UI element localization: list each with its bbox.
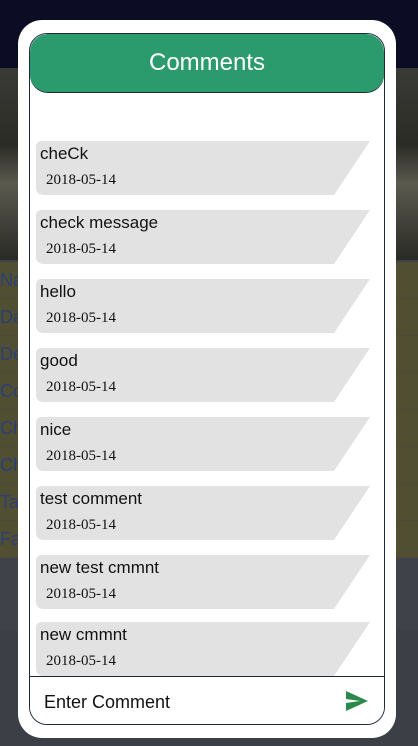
send-icon (346, 691, 368, 711)
comment-date: 2018-05-14 (46, 241, 116, 257)
comment-item: cheCk 2018-05-14 (36, 141, 370, 195)
comment-date: 2018-05-14 (46, 653, 116, 669)
comment-text: cheCk (40, 144, 89, 163)
comment-date: 2018-05-14 (46, 586, 116, 602)
comment-text: new cmmnt (40, 625, 127, 644)
comment-text: good (40, 351, 78, 370)
comment-date: 2018-05-14 (46, 379, 116, 395)
comment-item: hello 2018-05-14 (36, 279, 370, 333)
comment-input[interactable] (42, 687, 326, 717)
dialog-header: Comments (30, 34, 384, 93)
comment-item: new cmmnt 2018-05-14 (36, 622, 370, 676)
comment-item: check message 2018-05-14 (36, 210, 370, 264)
comment-item: nice 2018-05-14 (36, 417, 370, 471)
comment-input-bar (30, 676, 384, 724)
dialog-title: Comments (148, 49, 266, 76)
comment-date: 2018-05-14 (46, 310, 116, 326)
comment-date: 2018-05-14 (46, 172, 116, 188)
comment-text: test comment (40, 489, 143, 508)
comment-text: hello (40, 282, 76, 301)
comments-dialog: Comments cheCk 2018-05-14 check message … (18, 20, 396, 738)
comment-date: 2018-05-14 (46, 448, 116, 464)
comment-item: new test cmmnt 2018-05-14 (36, 555, 370, 609)
comments-list[interactable]: cheCk 2018-05-14 check message 2018-05-1… (30, 92, 384, 676)
comment-item: good 2018-05-14 (36, 348, 370, 402)
comment-date: 2018-05-14 (46, 517, 116, 533)
comment-text: nice (40, 420, 72, 439)
send-button[interactable] (344, 689, 370, 713)
comment-text: new test cmmnt (40, 558, 160, 577)
comment-text: check message (40, 213, 159, 232)
comments-panel: Comments cheCk 2018-05-14 check message … (29, 33, 385, 725)
comment-item: test comment 2018-05-14 (36, 486, 370, 540)
